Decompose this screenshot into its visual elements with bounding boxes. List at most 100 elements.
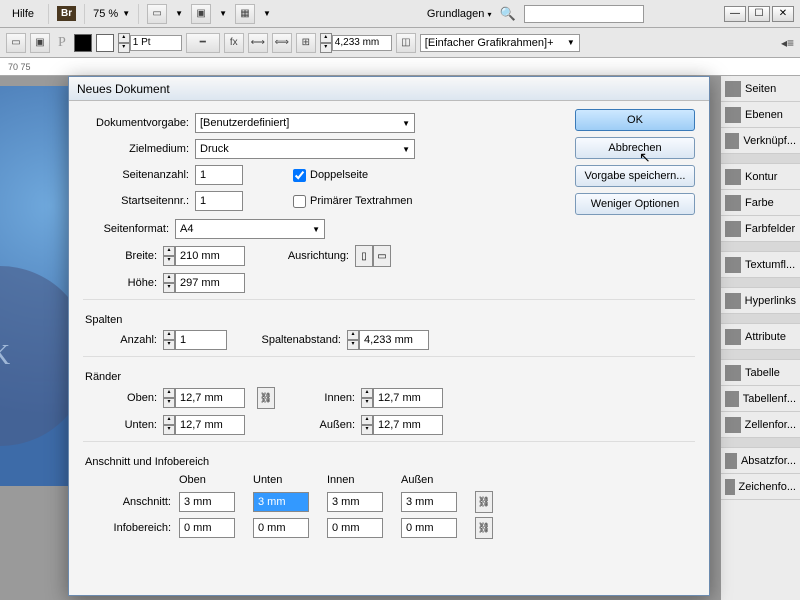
- cellstyles-icon: [725, 417, 741, 433]
- link-slug-icon[interactable]: ⛓: [475, 517, 493, 539]
- link-bleed-icon[interactable]: ⛓: [475, 491, 493, 513]
- arrange-icon[interactable]: ▦: [235, 4, 255, 24]
- bleed-top[interactable]: [179, 492, 235, 512]
- search-icon: 🔍: [499, 6, 515, 22]
- col-bottom: Unten: [253, 474, 325, 488]
- corner-icon[interactable]: ◫: [396, 33, 416, 53]
- measure-spinner[interactable]: ▴▾: [320, 33, 332, 53]
- bleed-row-label: Anschnitt:: [105, 490, 177, 514]
- moutside-spinner[interactable]: ▴▾: [361, 415, 373, 435]
- colnum-spinner[interactable]: ▴▾: [163, 330, 175, 350]
- preset-combo[interactable]: [Benutzerdefiniert]▼: [195, 113, 415, 133]
- intent-label: Zielmedium:: [83, 143, 195, 155]
- cancel-button[interactable]: Abbrechen: [575, 137, 695, 159]
- intent-combo[interactable]: Druck▼: [195, 139, 415, 159]
- moutside-input[interactable]: [373, 415, 443, 435]
- panel-textumfl[interactable]: Textumfl...: [721, 252, 800, 278]
- height-spinner[interactable]: ▴▾: [163, 273, 175, 293]
- portrait-icon[interactable]: ▯: [355, 245, 373, 267]
- colnum-input[interactable]: [175, 330, 227, 350]
- bleed-inside[interactable]: [327, 492, 383, 512]
- panel-dock: Seiten Ebenen Verknüpf... Kontur Farbe F…: [720, 76, 800, 600]
- pagesize-combo[interactable]: A4▼: [175, 219, 325, 239]
- screen-mode-icon[interactable]: ▣: [191, 4, 211, 24]
- type-icon[interactable]: P: [54, 35, 70, 51]
- number-label: Anzahl:: [103, 334, 163, 346]
- view-options-icon[interactable]: ▭: [147, 4, 167, 24]
- minside-input[interactable]: [373, 388, 443, 408]
- pages-input[interactable]: [195, 165, 243, 185]
- start-input[interactable]: [195, 191, 243, 211]
- width-spinner[interactable]: ▴▾: [163, 246, 175, 266]
- selection-icon[interactable]: ▭: [6, 33, 26, 53]
- panel-kontur[interactable]: Kontur: [721, 164, 800, 190]
- close-button[interactable]: ✕: [772, 6, 794, 22]
- panel-farbfelder[interactable]: Farbfelder: [721, 216, 800, 242]
- pagesize-label: Seitenformat:: [83, 223, 175, 235]
- panel-zellenfor[interactable]: Zellenfor...: [721, 412, 800, 438]
- charstyles-icon: [725, 479, 735, 495]
- object-style-combo[interactable]: [Einfacher Grafikrahmen]+▼: [420, 34, 580, 52]
- stroke-swatch[interactable]: [96, 34, 114, 52]
- effects-icon[interactable]: fx: [224, 33, 244, 53]
- stroke-weight[interactable]: [130, 35, 182, 51]
- measure-field[interactable]: [332, 35, 392, 51]
- stroke-style-icon[interactable]: ━: [186, 33, 220, 53]
- panel-farbe[interactable]: Farbe: [721, 190, 800, 216]
- minside-spinner[interactable]: ▴▾: [361, 388, 373, 408]
- link-margins-icon[interactable]: ⛓: [257, 387, 275, 409]
- pages-icon: [725, 81, 741, 97]
- links-icon: [725, 133, 739, 149]
- fit-width-icon[interactable]: ⟷: [248, 33, 268, 53]
- ok-button[interactable]: OK: [575, 109, 695, 131]
- mbot-input[interactable]: [175, 415, 245, 435]
- facing-checkbox[interactable]: Doppelseite: [293, 169, 368, 182]
- search-input[interactable]: [524, 5, 644, 23]
- panel-absatzfor[interactable]: Absatzfor...: [721, 448, 800, 474]
- fewer-options-button[interactable]: Weniger Optionen: [575, 193, 695, 215]
- start-label: Startseitennr.:: [83, 195, 195, 207]
- slug-outside[interactable]: [401, 518, 457, 538]
- fit-height-icon[interactable]: ⟺: [272, 33, 292, 53]
- bleed-bottom[interactable]: [253, 492, 309, 512]
- width-input[interactable]: [175, 246, 245, 266]
- gutter-spinner[interactable]: ▴▾: [347, 330, 359, 350]
- preset-label: Dokumentvorgabe:: [83, 117, 195, 129]
- zoom-level[interactable]: 75 % ▼: [93, 8, 130, 20]
- parastyles-icon: [725, 453, 737, 469]
- mtop-spinner[interactable]: ▴▾: [163, 388, 175, 408]
- bleedslug-label: Anschnitt und Infobereich: [85, 456, 695, 468]
- col-inside: Innen: [327, 474, 399, 488]
- panel-tabellenf[interactable]: Tabellenf...: [721, 386, 800, 412]
- mtop-input[interactable]: [175, 388, 245, 408]
- panel-menu-icon[interactable]: ◂≡: [781, 36, 794, 50]
- panel-zeichenfo[interactable]: Zeichenfo...: [721, 474, 800, 500]
- panel-tabelle[interactable]: Tabelle: [721, 360, 800, 386]
- stroke-spinner[interactable]: ▴▾: [118, 33, 130, 53]
- pages-label: Seitenanzahl:: [83, 169, 195, 181]
- gutter-input[interactable]: [359, 330, 429, 350]
- panel-hyperlinks[interactable]: Hyperlinks: [721, 288, 800, 314]
- fill-swatch[interactable]: [74, 34, 92, 52]
- panel-ebenen[interactable]: Ebenen: [721, 102, 800, 128]
- workspace-switcher[interactable]: Grundlagen ▾: [427, 8, 492, 20]
- save-preset-button[interactable]: Vorgabe speichern...: [575, 165, 695, 187]
- height-input[interactable]: [175, 273, 245, 293]
- layers-icon: [725, 107, 741, 123]
- crop-icon[interactable]: ⊞: [296, 33, 316, 53]
- panel-attribute[interactable]: Attribute: [721, 324, 800, 350]
- slug-inside[interactable]: [327, 518, 383, 538]
- landscape-icon[interactable]: ▭: [373, 245, 391, 267]
- bleed-outside[interactable]: [401, 492, 457, 512]
- minimize-button[interactable]: —: [724, 6, 746, 22]
- bridge-icon[interactable]: Br: [57, 6, 76, 21]
- primary-checkbox[interactable]: Primärer Textrahmen: [293, 195, 413, 208]
- container-icon[interactable]: ▣: [30, 33, 50, 53]
- help-menu[interactable]: Hilfe: [6, 6, 40, 22]
- mbot-spinner[interactable]: ▴▾: [163, 415, 175, 435]
- panel-verknuepf[interactable]: Verknüpf...: [721, 128, 800, 154]
- maximize-button[interactable]: ☐: [748, 6, 770, 22]
- slug-bottom[interactable]: [253, 518, 309, 538]
- panel-seiten[interactable]: Seiten: [721, 76, 800, 102]
- slug-top[interactable]: [179, 518, 235, 538]
